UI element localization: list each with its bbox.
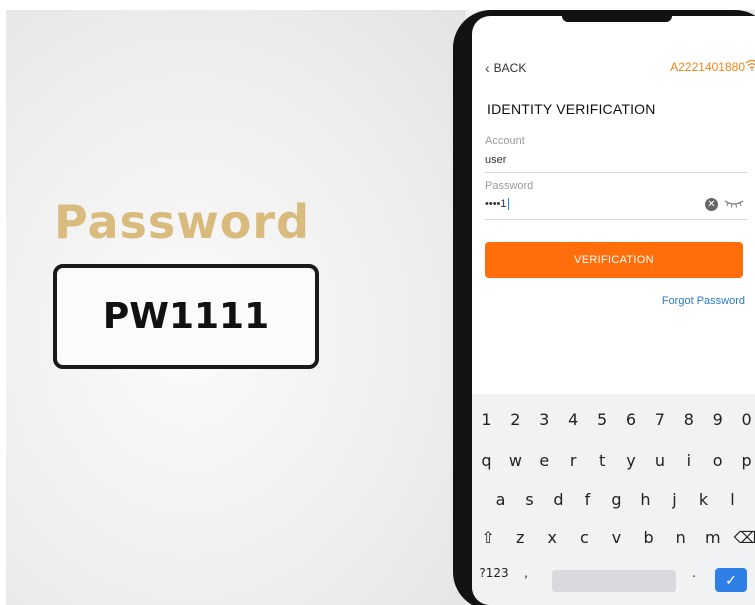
checkmark-icon: ✓ [725, 572, 737, 588]
key-f[interactable]: f [573, 490, 602, 509]
key-b[interactable]: b [633, 528, 665, 547]
space-bar[interactable] [552, 570, 676, 592]
chevron-left-icon: ‹ [485, 60, 490, 76]
letter-row-2: a s d f g h j k l [472, 490, 747, 509]
key-w[interactable]: w [501, 451, 530, 470]
key-1[interactable]: 1 [472, 410, 501, 429]
key-e[interactable]: e [530, 451, 559, 470]
key-d[interactable]: d [544, 490, 573, 509]
key-g[interactable]: g [602, 490, 631, 509]
key-v[interactable]: v [600, 528, 632, 547]
shift-icon[interactable]: ⇧ [472, 528, 504, 547]
key-o[interactable]: o [703, 451, 732, 470]
key-a[interactable]: a [486, 490, 515, 509]
password-callout-box: PW1111 [53, 264, 319, 369]
password-callout-value: PW1111 [102, 296, 270, 337]
key-0[interactable]: 0 [732, 410, 755, 429]
key-5[interactable]: 5 [588, 410, 617, 429]
verification-button[interactable]: VERIFICATION [485, 242, 743, 278]
key-l[interactable]: l [718, 490, 747, 509]
forgot-password-link[interactable]: Forgot Password [662, 295, 745, 307]
password-label: Password [485, 180, 534, 192]
key-x[interactable]: x [536, 528, 568, 547]
key-2[interactable]: 2 [501, 410, 530, 429]
text-caret [507, 198, 509, 211]
enter-key[interactable]: ✓ [715, 568, 747, 592]
soft-keyboard: 1 2 3 4 5 6 7 8 9 0 q w e r t y u i o p … [472, 394, 755, 605]
key-z[interactable]: z [504, 528, 536, 547]
key-period[interactable]: . [684, 566, 704, 580]
key-7[interactable]: 7 [645, 410, 674, 429]
key-t[interactable]: t [588, 451, 617, 470]
device-id: A2221401880 [670, 60, 745, 74]
password-divider [485, 219, 747, 220]
account-label: Account [485, 135, 525, 147]
key-m[interactable]: m [697, 528, 729, 547]
password-heading: Password [54, 195, 310, 249]
key-6[interactable]: 6 [617, 410, 646, 429]
eye-closed-icon[interactable] [724, 198, 744, 208]
account-divider [485, 172, 747, 173]
page-title: IDENTITY VERIFICATION [487, 101, 656, 117]
key-p[interactable]: p [732, 451, 755, 470]
letter-row-3: ⇧ z x c v b n m ⌫ [472, 528, 755, 547]
video-frame: Password PW1111 ‹ BACK A2221401880 IDENT… [6, 10, 755, 605]
back-button[interactable]: ‹ BACK [485, 60, 526, 76]
clear-icon[interactable]: ✕ [705, 198, 718, 211]
key-h[interactable]: h [631, 490, 660, 509]
password-value: ••••1 [485, 198, 507, 210]
back-label: BACK [493, 61, 527, 75]
key-k[interactable]: k [689, 490, 718, 509]
letter-row-1: q w e r t y u i o p [472, 451, 755, 470]
key-4[interactable]: 4 [559, 410, 588, 429]
key-9[interactable]: 9 [703, 410, 732, 429]
key-y[interactable]: y [617, 451, 646, 470]
number-row: 1 2 3 4 5 6 7 8 9 0 [472, 410, 755, 429]
key-u[interactable]: u [645, 451, 674, 470]
key-comma[interactable]: , [516, 566, 536, 580]
phone-screen: ‹ BACK A2221401880 IDENTITY VERIFICATION… [472, 16, 755, 605]
key-q[interactable]: q [472, 451, 501, 470]
key-3[interactable]: 3 [530, 410, 559, 429]
key-j[interactable]: j [660, 490, 689, 509]
account-field[interactable]: user [485, 154, 506, 166]
key-r[interactable]: r [559, 451, 588, 470]
key-n[interactable]: n [665, 528, 697, 547]
key-c[interactable]: c [568, 528, 600, 547]
key-i[interactable]: i [674, 451, 703, 470]
backspace-icon[interactable]: ⌫ [729, 528, 755, 547]
phone-notch [562, 16, 672, 22]
key-8[interactable]: 8 [674, 410, 703, 429]
top-bar: ‹ BACK A2221401880 [472, 56, 755, 80]
wifi-icon [745, 59, 755, 71]
mode-switch-key[interactable]: ?123 [472, 566, 516, 580]
password-field[interactable]: ••••1 [485, 198, 509, 211]
key-s[interactable]: s [515, 490, 544, 509]
